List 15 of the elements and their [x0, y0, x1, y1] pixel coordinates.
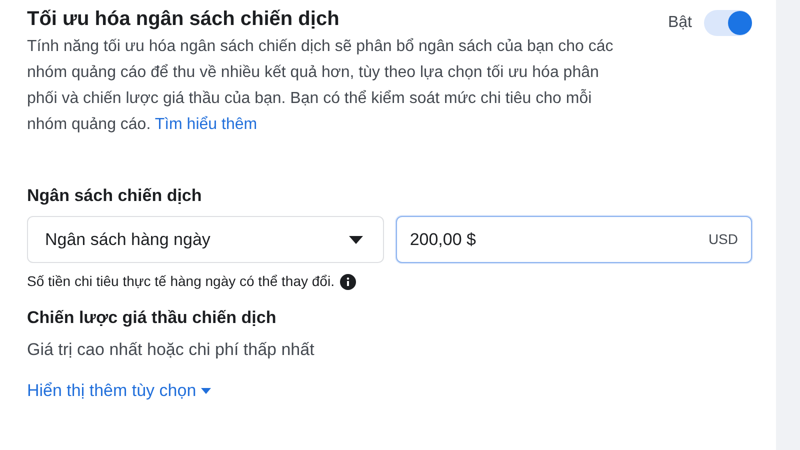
caret-icon	[348, 236, 363, 244]
caret-icon	[201, 388, 212, 394]
toggle-label: Bật	[668, 13, 692, 33]
bid-strategy-label: Chiến lược giá thầu chiến dịch	[27, 307, 278, 329]
info-icon[interactable]	[340, 274, 356, 290]
bid-strategy-value: Giá trị cao nhất hoặc chi phí thấp nhất	[27, 339, 316, 361]
budget-type-dropdown[interactable]: Ngân sách hàng ngày	[27, 216, 384, 263]
more-options-link[interactable]: Hiển thị thêm tùy chọn	[27, 378, 212, 404]
description-text: Tính năng tối ưu hóa ngân sách chiến dịch sẽ phân bổ ngân sách của bạn cho các nhóm quảng cáo để thu về nhiều kết quả hơn, tùy theo lựa chọn tối ưu hóa phân phối và chiến lược giá thầu của bạn. Bạn có thể kiểm soát mức chi tiêu cho mỗi nhóm quảng cáo. Tìm hiểu thêm	[27, 37, 614, 135]
toggle-switch[interactable]	[704, 10, 752, 36]
section-title: Tối ưu hóa ngân sách chiến dịch	[27, 7, 340, 32]
learn-more-link[interactable]: Tìm hiểu thêm	[154, 116, 258, 133]
currency-label: USD	[708, 230, 738, 248]
budget-hint: Số tiền chi tiêu thực tế hàng ngày có thể thay đổi.	[27, 272, 334, 291]
budget-label: Ngân sách chiến dịch	[27, 185, 203, 207]
